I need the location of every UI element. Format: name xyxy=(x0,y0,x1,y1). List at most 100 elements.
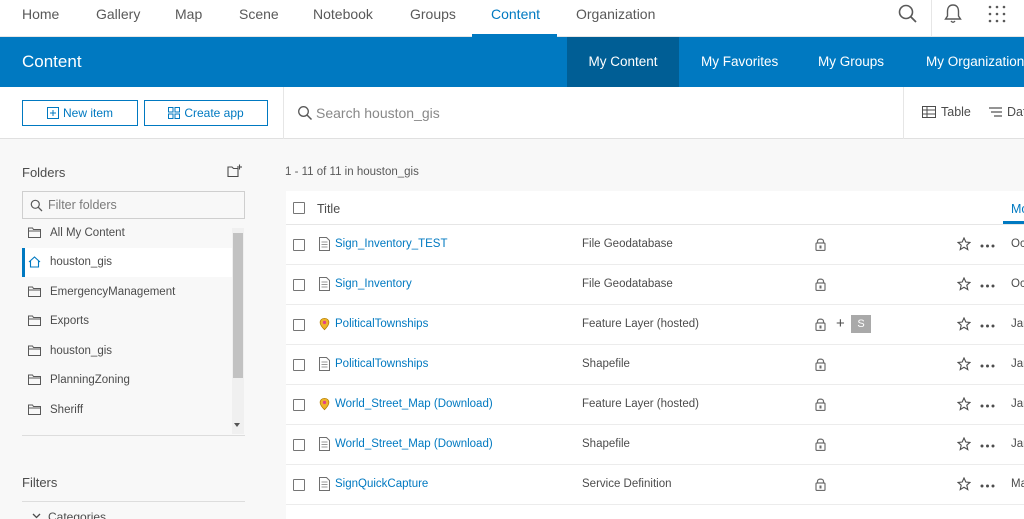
item-title-link[interactable]: SignQuickCapture xyxy=(335,478,428,490)
item-modified-date: Ma xyxy=(1011,478,1024,490)
more-options-icon[interactable] xyxy=(980,364,995,368)
search-icon[interactable] xyxy=(896,2,920,26)
nav-notebook[interactable]: Notebook xyxy=(313,0,373,37)
folder-scrollbar-thumb[interactable] xyxy=(233,233,243,378)
nav-content[interactable]: Content xyxy=(491,0,540,37)
more-options-icon[interactable] xyxy=(980,244,995,248)
nav-map[interactable]: Map xyxy=(175,0,202,37)
table-row[interactable]: PoliticalTownships Feature Layer (hosted)… xyxy=(286,305,1024,345)
tab-my-groups[interactable]: My Groups xyxy=(818,37,884,87)
column-title[interactable]: Title xyxy=(317,202,340,216)
folder-item-exports[interactable]: Exports xyxy=(22,307,232,336)
scroll-down-arrow-icon[interactable] xyxy=(234,423,240,427)
table-header: Title Mo xyxy=(286,191,1024,225)
folder-item-houston-gis-root[interactable]: houston_gis xyxy=(22,248,232,277)
content-search-input[interactable] xyxy=(316,102,716,124)
folder-icon xyxy=(28,345,41,356)
folder-item-all-my-content[interactable]: All My Content xyxy=(22,219,232,248)
lock-icon xyxy=(815,238,826,251)
star-icon[interactable] xyxy=(957,317,971,331)
results-count: 1 - 11 of 11 in houston_gis xyxy=(285,166,419,178)
star-icon[interactable] xyxy=(957,277,971,291)
select-all-checkbox[interactable] xyxy=(293,202,305,214)
table-view-label: Table xyxy=(941,105,971,119)
nav-gallery[interactable]: Gallery xyxy=(96,0,140,37)
sort-date-label: Dat xyxy=(1007,105,1024,119)
create-app-button[interactable]: Create app xyxy=(144,100,268,126)
item-type: Feature Layer (hosted) xyxy=(582,318,699,330)
nav-divider xyxy=(931,0,932,37)
star-icon[interactable] xyxy=(957,357,971,371)
plus-icon: + xyxy=(836,315,845,332)
more-options-icon[interactable] xyxy=(980,484,995,488)
row-checkbox[interactable] xyxy=(293,319,305,331)
folder-icon xyxy=(28,404,41,415)
nav-organization[interactable]: Organization xyxy=(576,0,655,37)
item-title-link[interactable]: PoliticalTownships xyxy=(335,358,428,370)
star-icon[interactable] xyxy=(957,477,971,491)
app-grid-icon xyxy=(168,107,181,119)
star-icon[interactable] xyxy=(957,237,971,251)
row-checkbox[interactable] xyxy=(293,239,305,251)
folder-item-sheriff[interactable]: Sheriff xyxy=(22,396,232,425)
bell-icon[interactable] xyxy=(941,2,965,26)
more-options-icon[interactable] xyxy=(980,444,995,448)
item-type: File Geodatabase xyxy=(582,238,673,250)
tab-my-favorites[interactable]: My Favorites xyxy=(701,37,778,87)
item-title-link[interactable]: World_Street_Map (Download) xyxy=(335,438,493,450)
folder-icon xyxy=(28,374,41,385)
column-modified[interactable]: Mo xyxy=(1011,202,1024,216)
item-type: Shapefile xyxy=(582,358,630,370)
item-type: Shapefile xyxy=(582,438,630,450)
toolbar-divider xyxy=(903,87,904,139)
chevron-down-icon[interactable] xyxy=(32,513,41,519)
shared-badge: S xyxy=(851,315,871,333)
table-row[interactable]: World_Street_Map (Download) Feature Layer… xyxy=(286,385,1024,425)
table-row[interactable]: Sign_Inventory File Geodatabase Oc xyxy=(286,265,1024,305)
folder-item-planningzoning[interactable]: PlanningZoning xyxy=(22,366,232,395)
row-checkbox[interactable] xyxy=(293,359,305,371)
tab-my-content[interactable]: My Content xyxy=(567,37,679,87)
star-icon[interactable] xyxy=(957,397,971,411)
folder-list: All My Content houston_gis EmergencyMana… xyxy=(22,219,245,436)
table-row[interactable]: Sign_Inventory_TEST File Geodatabase Oc xyxy=(286,225,1024,265)
more-options-icon[interactable] xyxy=(980,404,995,408)
lock-icon xyxy=(815,438,826,451)
document-icon xyxy=(319,437,330,451)
table-row[interactable]: SignQuickCapture Service Definition Ma xyxy=(286,465,1024,505)
lock-icon xyxy=(815,478,826,491)
lock-icon xyxy=(815,398,826,411)
tab-my-organization[interactable]: My Organization xyxy=(926,37,1024,87)
lock-icon xyxy=(815,278,826,291)
new-folder-icon[interactable] xyxy=(227,164,242,178)
nav-groups[interactable]: Groups xyxy=(410,0,456,37)
folder-item-houston-gis[interactable]: houston_gis xyxy=(22,337,232,366)
item-title-link[interactable]: Sign_Inventory xyxy=(335,278,412,290)
nav-scene[interactable]: Scene xyxy=(239,0,279,37)
row-checkbox[interactable] xyxy=(293,479,305,491)
more-options-icon[interactable] xyxy=(980,324,995,328)
sort-indicator xyxy=(1003,221,1024,224)
item-type: Feature Layer (hosted) xyxy=(582,398,699,410)
row-checkbox[interactable] xyxy=(293,439,305,451)
new-item-button[interactable]: New item xyxy=(22,100,138,126)
sort-date-toggle[interactable]: Dat xyxy=(989,105,1024,119)
nav-home[interactable]: Home xyxy=(22,0,59,37)
star-icon[interactable] xyxy=(957,437,971,451)
filter-folders-input[interactable] xyxy=(48,197,238,213)
folder-item-emergencymanagement[interactable]: EmergencyManagement xyxy=(22,278,232,307)
item-title-link[interactable]: PoliticalTownships xyxy=(335,318,428,330)
row-checkbox[interactable] xyxy=(293,399,305,411)
table-view-toggle[interactable]: Table xyxy=(922,105,971,119)
folder-icon xyxy=(28,286,41,297)
row-checkbox[interactable] xyxy=(293,279,305,291)
folder-label: Exports xyxy=(50,315,89,327)
table-row[interactable]: World_Street_Map (Download) Shapefile Jar xyxy=(286,425,1024,465)
categories-toggle[interactable]: Categories xyxy=(48,510,106,519)
feature-layer-icon xyxy=(319,317,330,331)
apps-grid-icon[interactable] xyxy=(985,2,1009,26)
item-title-link[interactable]: World_Street_Map (Download) xyxy=(335,398,493,410)
item-title-link[interactable]: Sign_Inventory_TEST xyxy=(335,238,448,250)
more-options-icon[interactable] xyxy=(980,284,995,288)
table-row[interactable]: PoliticalTownships Shapefile Jar xyxy=(286,345,1024,385)
